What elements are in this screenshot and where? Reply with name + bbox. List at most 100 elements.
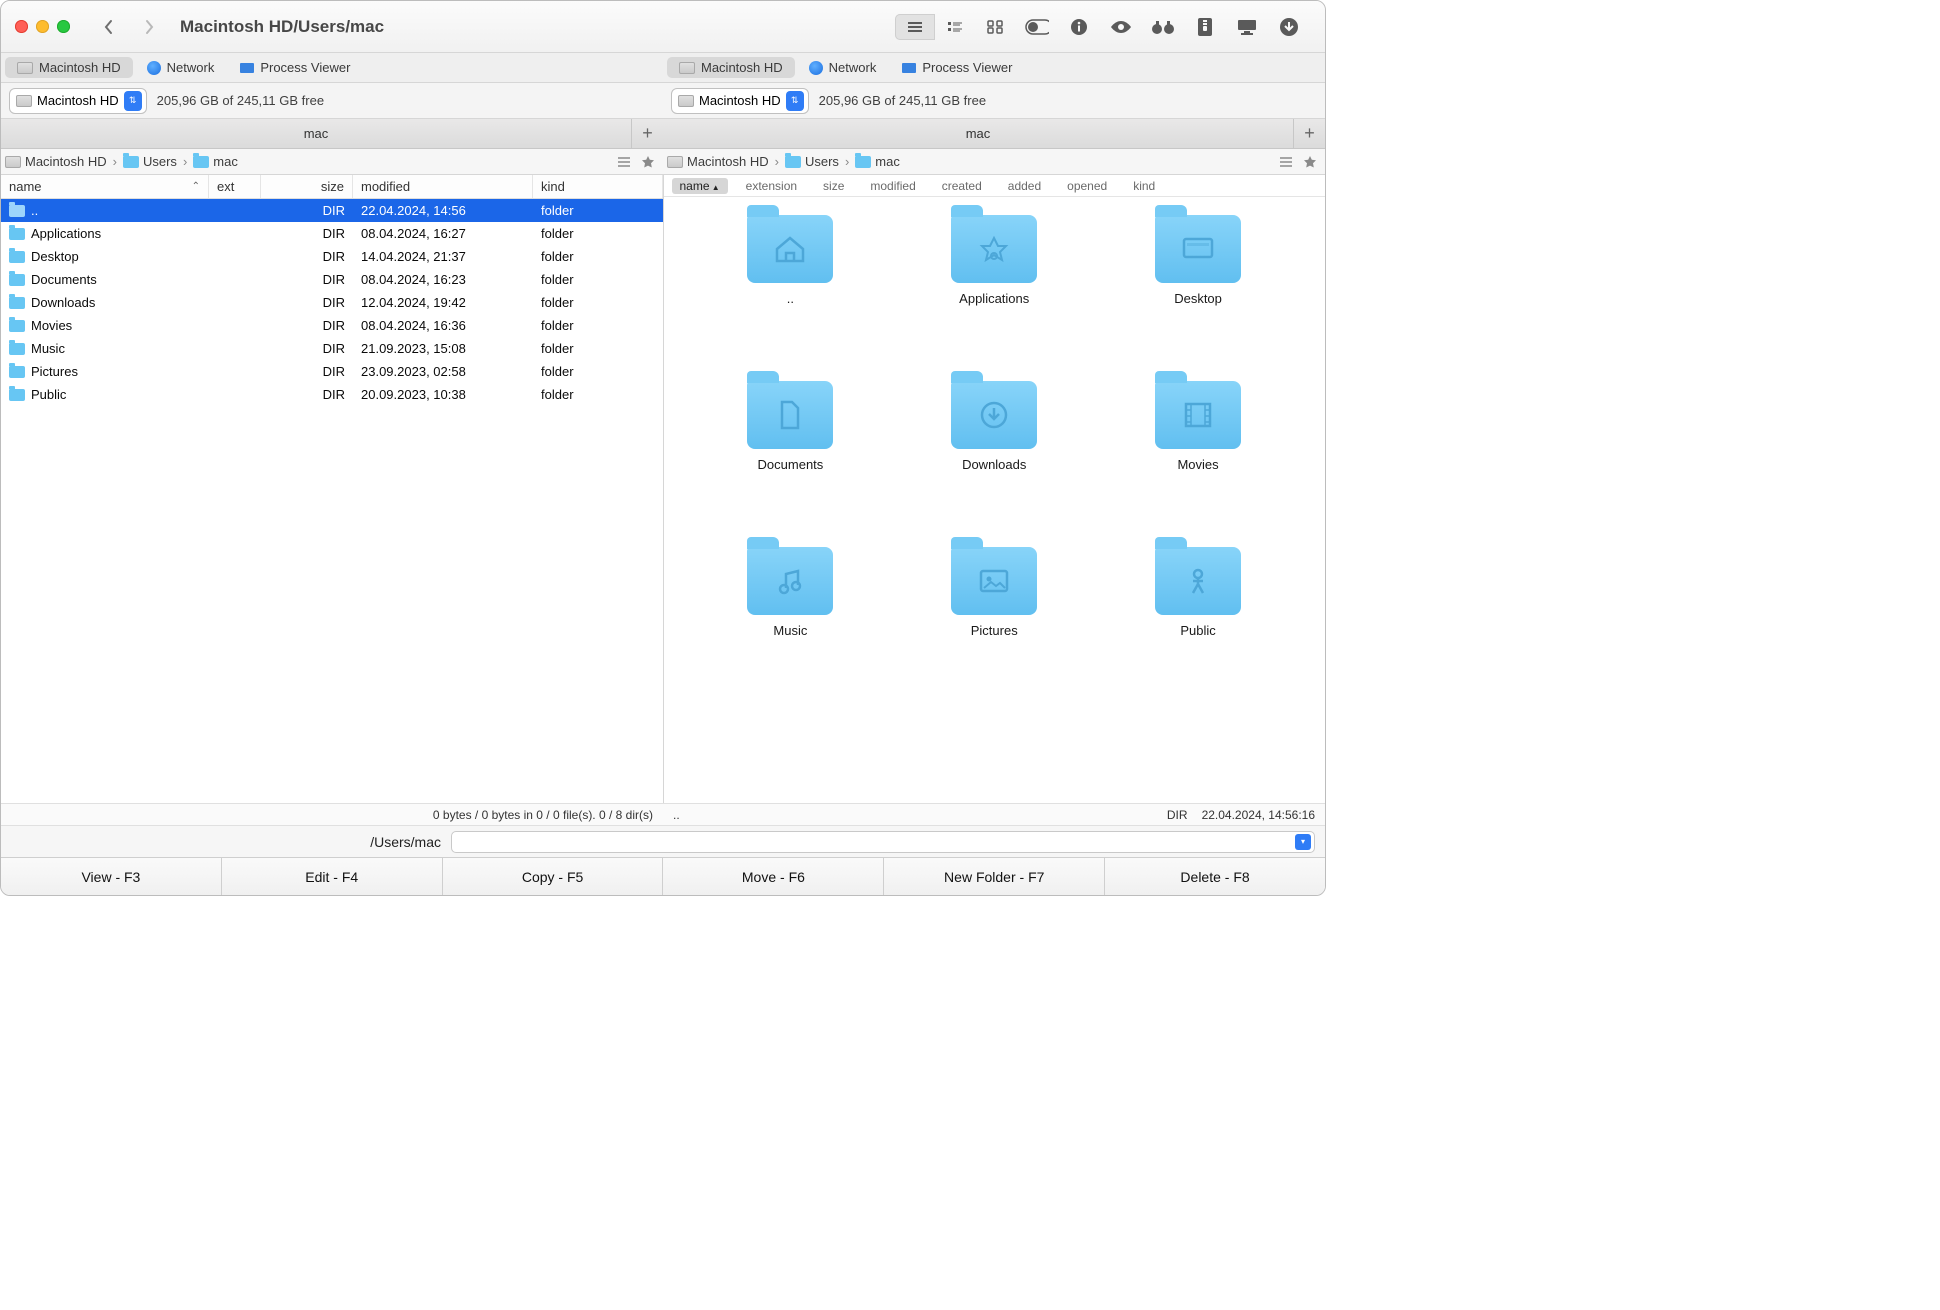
file-kind: folder (533, 360, 663, 383)
folder-icon (1155, 381, 1241, 449)
nav-back-button[interactable] (94, 12, 124, 42)
file-modified: 23.09.2023, 02:58 (353, 360, 533, 383)
toggle-switch-icon[interactable] (1025, 15, 1049, 39)
col-name[interactable]: name⌃ (1, 175, 209, 198)
col-modified[interactable]: modified (353, 175, 533, 198)
fn-button[interactable]: Delete - F8 (1105, 858, 1325, 895)
list-mode-icon[interactable] (1275, 151, 1297, 173)
fn-button[interactable]: Move - F6 (663, 858, 884, 895)
breadcrumb-item[interactable]: Macintosh HD (667, 154, 769, 169)
drive-info-row: Macintosh HD ⇅ 205,96 GB of 245,11 GB fr… (1, 83, 1325, 119)
breadcrumb-item[interactable]: Users (785, 154, 839, 169)
list-mode-icon[interactable] (613, 151, 635, 173)
sort-item[interactable]: size (815, 178, 852, 194)
file-ext (209, 291, 261, 314)
breadcrumb-item[interactable]: Users (123, 154, 177, 169)
drive-selector-right[interactable]: Macintosh HD ⇅ (671, 88, 809, 114)
favorite-icon[interactable] (1299, 151, 1321, 173)
fn-button[interactable]: Copy - F5 (443, 858, 664, 895)
right-pane: name extension size modified created added ope… (664, 175, 1326, 803)
grid-item[interactable]: Music (747, 547, 833, 707)
close-window-button[interactable] (15, 20, 28, 33)
sort-item[interactable]: name (672, 178, 728, 194)
fn-button[interactable]: View - F3 (1, 858, 222, 895)
file-row[interactable]: PicturesDIR23.09.2023, 02:58folder (1, 360, 663, 383)
file-row[interactable]: DesktopDIR14.04.2024, 21:37folder (1, 245, 663, 268)
sort-item[interactable]: opened (1059, 178, 1115, 194)
file-row[interactable]: ApplicationsDIR08.04.2024, 16:27folder (1, 222, 663, 245)
preview-icon[interactable] (1109, 15, 1133, 39)
icon-grid[interactable]: .. Applications Desktop Documents Downloads M… (664, 197, 1326, 803)
drive-selector-left[interactable]: Macintosh HD ⇅ (9, 88, 147, 114)
pane-tab-right[interactable]: mac (663, 119, 1293, 148)
zoom-window-button[interactable] (57, 20, 70, 33)
grid-item[interactable]: Documents (747, 381, 833, 541)
device-tab[interactable]: Macintosh HD (5, 57, 133, 78)
file-name: Documents (31, 272, 97, 287)
file-size: DIR (261, 291, 353, 314)
grid-item[interactable]: Downloads (951, 381, 1037, 541)
archive-icon[interactable] (1193, 15, 1217, 39)
device-tab[interactable]: Network (797, 57, 889, 78)
file-row[interactable]: ..DIR22.04.2024, 14:56folder (1, 199, 663, 222)
grid-item[interactable]: .. (747, 215, 833, 375)
pane-tab-left[interactable]: mac (1, 119, 631, 148)
col-ext[interactable]: ext (209, 175, 261, 198)
new-tab-button-left[interactable]: + (631, 119, 663, 148)
grid-item[interactable]: Movies (1155, 381, 1241, 541)
file-row[interactable]: MusicDIR21.09.2023, 15:08folder (1, 337, 663, 360)
file-row[interactable]: MoviesDIR08.04.2024, 16:36folder (1, 314, 663, 337)
breadcrumb-item[interactable]: Macintosh HD (5, 154, 107, 169)
device-tab[interactable]: Process Viewer (890, 57, 1024, 78)
breadcrumb-item[interactable]: mac (193, 154, 238, 169)
breadcrumb-item[interactable]: mac (855, 154, 900, 169)
status-left: 0 bytes / 0 bytes in 0 / 0 file(s). 0 / … (433, 808, 653, 822)
device-tab-label: Network (167, 60, 215, 75)
new-tab-button-right[interactable]: + (1293, 119, 1325, 148)
sort-item[interactable]: created (934, 178, 990, 194)
device-tab[interactable]: Network (135, 57, 227, 78)
file-modified: 08.04.2024, 16:27 (353, 222, 533, 245)
nav-forward-button[interactable] (134, 12, 164, 42)
device-tab-label: Macintosh HD (39, 60, 121, 75)
file-row[interactable]: PublicDIR20.09.2023, 10:38folder (1, 383, 663, 406)
file-size: DIR (261, 383, 353, 406)
favorite-icon[interactable] (637, 151, 659, 173)
minimize-window-button[interactable] (36, 20, 49, 33)
view-columns-button[interactable] (935, 14, 975, 40)
grid-item[interactable]: Pictures (951, 547, 1037, 707)
binoculars-icon[interactable] (1151, 15, 1175, 39)
sort-item[interactable]: modified (862, 178, 923, 194)
sort-item[interactable]: kind (1125, 178, 1163, 194)
file-size: DIR (261, 199, 353, 222)
status-right-kind: DIR (1167, 808, 1188, 822)
device-tab[interactable]: Macintosh HD (667, 57, 795, 78)
file-name: Movies (31, 318, 72, 333)
fn-button[interactable]: Edit - F4 (222, 858, 443, 895)
grid-item[interactable]: Applications (951, 215, 1037, 375)
server-icon[interactable] (1235, 15, 1259, 39)
sort-item[interactable]: added (1000, 178, 1049, 194)
file-name: Applications (31, 226, 101, 241)
view-grid-button[interactable] (975, 14, 1015, 40)
window-controls (15, 20, 70, 33)
download-icon[interactable] (1277, 15, 1301, 39)
col-size[interactable]: size (261, 175, 353, 198)
grid-item[interactable]: Desktop (1155, 215, 1241, 375)
file-list[interactable]: ..DIR22.04.2024, 14:56folderApplications… (1, 199, 663, 803)
fn-button[interactable]: New Folder - F7 (884, 858, 1105, 895)
info-icon[interactable] (1067, 15, 1091, 39)
file-row[interactable]: DocumentsDIR08.04.2024, 16:23folder (1, 268, 663, 291)
grid-item[interactable]: Public (1155, 547, 1241, 707)
sort-item[interactable]: extension (738, 178, 805, 194)
file-ext (209, 245, 261, 268)
col-kind[interactable]: kind (533, 175, 663, 198)
file-row[interactable]: DownloadsDIR12.04.2024, 19:42folder (1, 291, 663, 314)
status-bar: 0 bytes / 0 bytes in 0 / 0 file(s). 0 / … (1, 803, 1325, 825)
file-kind: folder (533, 268, 663, 291)
view-list-button[interactable] (895, 14, 935, 40)
path-input[interactable]: ▾ (451, 831, 1315, 853)
device-tab[interactable]: Process Viewer (228, 57, 362, 78)
drive-name-right: Macintosh HD (699, 93, 781, 108)
breadcrumb-separator: › (845, 154, 849, 169)
